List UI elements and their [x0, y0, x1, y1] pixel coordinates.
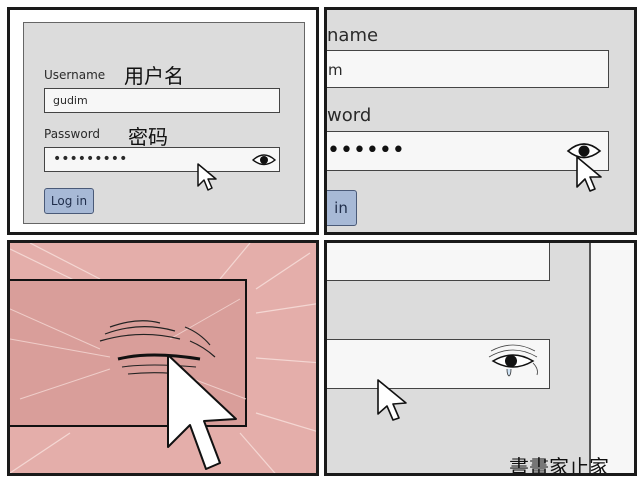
cursor-arrow-icon: [167, 354, 237, 470]
cursor-arrow-icon: [197, 163, 217, 191]
password-field[interactable]: •••••••••: [44, 147, 280, 172]
comic-panel-squint: [7, 240, 319, 476]
username-value: gudim: [53, 94, 88, 107]
password-field-zoomed[interactable]: ••••••: [327, 131, 609, 171]
password-value: •••••••••: [53, 151, 128, 167]
login-button-partial[interactable]: in: [327, 190, 357, 226]
field-edge-top: [327, 243, 550, 281]
password-annotation: 密码: [128, 125, 168, 149]
username-value-partial: m: [328, 61, 343, 79]
username-annotation: 用户名: [124, 64, 184, 88]
eye-icon-tearing[interactable]: [487, 344, 539, 379]
cursor-arrow-icon: [576, 156, 602, 192]
login-button[interactable]: Log in: [44, 188, 94, 214]
eye-icon[interactable]: [251, 153, 277, 167]
password-label: Password: [44, 127, 101, 141]
password-field-closeup[interactable]: [327, 339, 550, 389]
password-value-zoomed: ••••••: [327, 138, 405, 163]
cursor-arrow-icon: [377, 379, 407, 421]
watermark: 書畫家止家: [509, 455, 609, 476]
comic-panel-eye-closeup: 書畫家止家: [324, 240, 637, 476]
username-label-partial: name: [327, 25, 379, 46]
username-field[interactable]: gudim: [44, 88, 280, 113]
password-label-partial: word: [327, 105, 372, 126]
username-field-zoomed[interactable]: m: [327, 50, 609, 88]
username-label: Username: [44, 68, 106, 82]
window-inner-panel: [591, 243, 634, 473]
comic-panel-zoom-in: name m word •••••• in: [324, 7, 637, 235]
comic-panel-login-form: Username 用户名 gudim Password 密码 •••••••••…: [7, 7, 319, 235]
